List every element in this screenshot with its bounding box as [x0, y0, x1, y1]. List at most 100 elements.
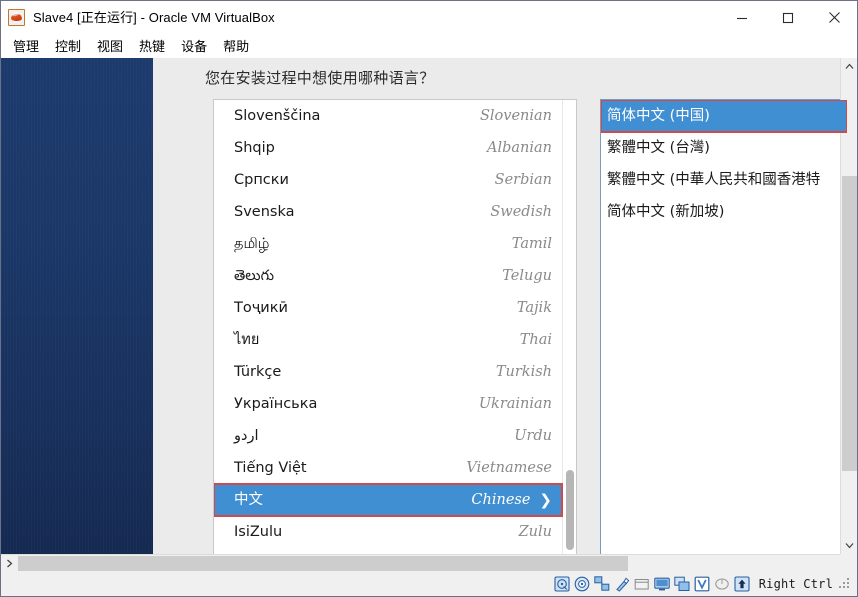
virtualization-icon[interactable]	[694, 576, 711, 593]
language-list-item[interactable]: Тоҷикӣ Tajik❯	[214, 292, 562, 324]
language-row-right: Urdu❯	[514, 426, 552, 446]
chinese-variant-item[interactable]: 繁體中文 (台灣)	[601, 132, 847, 164]
chinese-variant-item[interactable]: 简体中文 (中国)	[601, 100, 847, 133]
virtualbox-vm-icon	[8, 9, 25, 26]
network-icon[interactable]	[594, 576, 611, 593]
resize-grip[interactable]	[839, 578, 851, 590]
language-list-item[interactable]: Tiếng Việt Vietnamese❯	[214, 452, 562, 484]
language-english-name: Telugu	[502, 268, 552, 284]
language-english-name: Chinese	[471, 492, 531, 508]
language-row-right: Chinese ❯	[471, 490, 552, 510]
menu-item-devices[interactable]: 设备	[173, 36, 215, 57]
video-capture-icon[interactable]	[674, 576, 691, 593]
language-list-item[interactable]: Türkçe Turkish❯	[214, 356, 562, 388]
language-english-name: Ukrainian	[478, 396, 552, 412]
language-list-item[interactable]: ไทย Thai❯	[214, 324, 562, 356]
language-english-name: Slovenian	[479, 108, 552, 124]
language-list-item[interactable]: తెలుగు Telugu❯	[214, 260, 562, 292]
chevron-right-icon	[7, 559, 13, 567]
language-list-scrollbar[interactable]	[562, 100, 576, 554]
language-list-item[interactable]: Slovenščina Slovenian❯	[214, 100, 562, 132]
language-list-rows: SlovenščinaSlovenian❯ShqipAlbanian❯Српск…	[214, 100, 563, 554]
display-icon[interactable]	[654, 576, 671, 593]
language-native-name: IsiZulu	[234, 524, 283, 540]
chinese-variant-item[interactable]: 简体中文 (新加坡)	[601, 196, 847, 228]
language-native-name: Tiếng Việt	[234, 460, 307, 476]
menu-bar: 管理 控制 视图 热键 设备 帮助	[1, 34, 857, 58]
language-list-item[interactable]: IsiZulu Zulu❯	[214, 516, 562, 548]
chevron-right-icon: ❯	[539, 491, 552, 509]
maximize-icon	[782, 12, 794, 23]
close-button[interactable]	[811, 1, 857, 34]
menu-item-hotkey[interactable]: 热键	[131, 36, 173, 57]
scrollbar-corner	[840, 554, 857, 571]
chinese-variant-item[interactable]: 繁體中文 (中華人民共和國香港特	[601, 164, 847, 196]
language-english-name: Thai	[519, 332, 552, 348]
usb-icon[interactable]	[614, 576, 631, 593]
language-row-right: Telugu❯	[502, 266, 552, 286]
language-native-name: తెలుగు	[234, 268, 275, 284]
scroll-up-button[interactable]	[841, 58, 857, 75]
scroll-right-button[interactable]	[1, 555, 18, 571]
page-title: 您在安装过程中想使用哪种语言？	[205, 69, 435, 87]
language-native-name: Тоҷикӣ	[234, 300, 288, 316]
language-list-item[interactable]: Shqip Albanian❯	[214, 132, 562, 164]
vertical-scrollbar-thumb[interactable]	[842, 176, 857, 471]
minimize-button[interactable]	[719, 1, 765, 34]
language-english-name: Tamil	[511, 236, 552, 252]
language-list-item[interactable]: 中文 Chinese ❯	[214, 483, 563, 517]
hard-disk-icon[interactable]	[554, 576, 571, 593]
language-list[interactable]: SlovenščinaSlovenian❯ShqipAlbanian❯Српск…	[213, 99, 577, 554]
language-native-name: Українська	[234, 396, 318, 412]
language-native-name: Српски	[234, 172, 289, 188]
language-english-name: Urdu	[514, 428, 552, 444]
minimize-icon	[737, 17, 747, 19]
language-row-right: Thai❯	[520, 330, 552, 350]
language-native-name: اردو	[234, 428, 259, 444]
language-row-right: Vietnamese❯	[466, 458, 552, 478]
language-list-item[interactable]: தமிழ் Tamil❯	[214, 228, 562, 260]
keyboard-icon[interactable]	[734, 576, 751, 593]
language-english-name: Serbian	[494, 172, 552, 188]
language-native-name: Slovenščina	[234, 108, 321, 124]
menu-item-manage[interactable]: 管理	[5, 36, 47, 57]
menu-item-control[interactable]: 控制	[47, 36, 89, 57]
horizontal-scrollbar-thumb[interactable]	[18, 556, 628, 572]
language-row-right: Ukrainian❯	[479, 394, 552, 414]
language-native-name: 中文	[234, 492, 263, 508]
scroll-down-button[interactable]	[841, 537, 857, 554]
language-native-name: Türkçe	[234, 364, 282, 380]
menu-item-help[interactable]: 帮助	[215, 36, 257, 57]
vm-display-viewport[interactable]: 您在安装过程中想使用哪种语言？ SlovenščinaSlovenian❯Shq…	[1, 58, 857, 554]
shared-folders-icon[interactable]	[634, 576, 651, 593]
virtualbox-vm-window: Slave4 [正在运行] - Oracle VM VirtualBox 管理 …	[0, 0, 858, 597]
language-list-item[interactable]: Українська Ukrainian❯	[214, 388, 562, 420]
chevron-up-icon	[845, 63, 854, 69]
language-row-right: Swedish❯	[490, 202, 552, 222]
host-key-label: Right Ctrl	[758, 577, 833, 591]
language-native-name: Shqip	[234, 140, 275, 156]
language-row-right: Tamil❯	[512, 234, 552, 254]
window-controls	[719, 1, 857, 34]
language-list-item[interactable]: اردو Urdu❯	[214, 420, 562, 452]
optical-disk-icon[interactable]	[574, 576, 591, 593]
language-row-right: Slovenian❯	[480, 106, 552, 126]
chevron-down-icon	[845, 543, 854, 549]
language-native-name: ไทย	[234, 332, 260, 348]
mouse-icon[interactable]	[714, 576, 731, 593]
title-bar: Slave4 [正在运行] - Oracle VM VirtualBox	[1, 1, 857, 34]
language-list-item[interactable]: Svenska Swedish❯	[214, 196, 562, 228]
language-row-right: Turkish❯	[496, 362, 552, 382]
language-row-right: Zulu❯	[519, 522, 552, 542]
language-english-name: Turkish	[495, 364, 552, 380]
chinese-variant-list[interactable]: 简体中文 (中国) 繁體中文 (台灣) 繁體中文 (中華人民共和國香港特 简体中文 (…	[600, 99, 848, 554]
menu-item-view[interactable]: 视图	[89, 36, 131, 57]
window-title: Slave4 [正在运行] - Oracle VM VirtualBox	[33, 9, 275, 25]
horizontal-scrollbar[interactable]	[1, 554, 840, 572]
language-list-scrollbar-thumb[interactable]	[566, 470, 574, 550]
vertical-scrollbar[interactable]	[840, 58, 857, 554]
language-selection-page: 您在安装过程中想使用哪种语言？ SlovenščinaSlovenian❯Shq…	[153, 58, 857, 554]
maximize-button[interactable]	[765, 1, 811, 34]
language-row-right: Albanian❯	[487, 138, 552, 158]
language-list-item[interactable]: Српски Serbian❯	[214, 164, 562, 196]
